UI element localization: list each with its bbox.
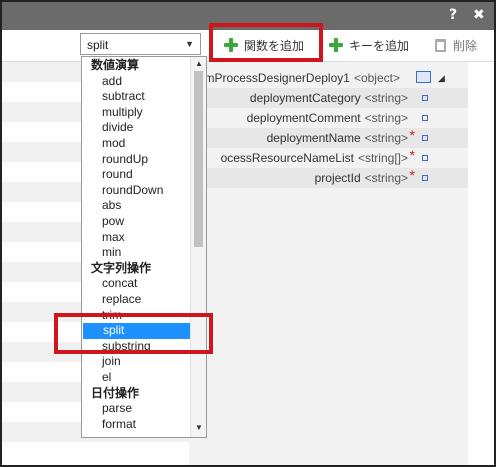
function-dropdown-list[interactable]: 数値演算 add subtract multiply divide mod roundUp r… <box>81 56 207 438</box>
dropdown-option[interactable]: min <box>82 245 190 261</box>
property-row[interactable]: _bpmProcessDesignerDeploy1 <object> ◣ <box>185 68 468 88</box>
dropdown-group-label: 文字列操作 <box>91 260 152 275</box>
dropdown-group-label: 数値演算 <box>91 58 140 72</box>
chevron-down-icon: ▼ <box>185 39 194 49</box>
dialog-titlebar: ? ✖ <box>2 2 494 30</box>
connector-icon[interactable] <box>422 155 428 161</box>
property-name: ocessResourceNameList <box>220 151 354 165</box>
required-marker: * <box>409 167 415 183</box>
scroll-up-icon[interactable]: ▲ <box>195 59 203 68</box>
required-marker: * <box>409 147 415 163</box>
delete-button[interactable]: 削除 <box>435 34 477 56</box>
property-label: deploymentName <string> <box>267 131 408 145</box>
dropdown-option[interactable]: mod <box>82 136 190 152</box>
property-row[interactable]: deploymentCategory <string> <box>189 88 468 108</box>
dropdown-option[interactable]: add <box>82 74 190 90</box>
add-key-label: キーを追加 <box>349 38 410 53</box>
function-select-value: split <box>87 38 109 52</box>
property-label: deploymentCategory <string> <box>250 91 408 105</box>
connector-icon[interactable] <box>422 175 428 181</box>
property-label: _bpmProcessDesignerDeploy1 <object> <box>185 71 400 85</box>
property-type: <string> <box>364 91 408 105</box>
property-row[interactable]: deploymentName <string> * <box>189 127 468 148</box>
scrollbar-thumb[interactable] <box>194 71 203 247</box>
property-label: ocessResourceNameList <string[]> <box>221 151 408 165</box>
function-select[interactable]: split ▼ <box>80 33 201 55</box>
property-type: <string> <box>364 131 408 145</box>
dropdown-option[interactable]: round <box>82 167 190 183</box>
right-margin <box>468 62 494 465</box>
property-name: deploymentName <box>266 131 361 145</box>
dropdown-option[interactable]: abs <box>82 198 190 214</box>
dropdown-option[interactable]: max <box>82 230 190 246</box>
dropdown-option[interactable]: subtract <box>82 89 190 105</box>
dialog-window: ? ✖ split ▼ 関数を追加 キーを追加 削除 _bpmProcessDe… <box>0 0 496 467</box>
dropdown-option[interactable]: divide <box>82 120 190 136</box>
dropdown-option[interactable]: trim <box>82 308 190 324</box>
dropdown-option[interactable]: roundDown <box>82 183 190 199</box>
dropdown-group-label: 日付操作 <box>91 385 140 400</box>
dropdown-option[interactable]: roundUp <box>82 152 190 168</box>
corner-icon[interactable]: ◣ <box>438 73 445 84</box>
connector-icon[interactable] <box>422 115 428 121</box>
property-name: deploymentComment <box>246 111 361 125</box>
dropdown-option[interactable]: concat <box>82 276 190 292</box>
object-editor-icon[interactable] <box>416 71 431 83</box>
close-icon[interactable]: ✖ <box>473 7 485 23</box>
property-row[interactable]: ocessResourceNameList <string[]> * <box>189 147 468 168</box>
property-label: projectId <string> <box>315 171 408 185</box>
connector-icon[interactable] <box>422 95 428 101</box>
property-row[interactable]: deploymentComment <string> <box>189 108 468 128</box>
property-type: <string> <box>364 111 408 125</box>
dropdown-option[interactable]: format <box>82 417 190 433</box>
toolbar: split ▼ 関数を追加 キーを追加 削除 <box>2 30 494 62</box>
add-function-label: 関数を追加 <box>244 38 305 53</box>
property-type: <string> <box>364 171 408 185</box>
trash-icon <box>435 38 446 52</box>
dropdown-option[interactable]: join <box>82 354 190 370</box>
add-key-button[interactable]: キーを追加 <box>329 34 409 56</box>
connector-icon[interactable] <box>422 135 428 141</box>
plus-icon <box>329 38 343 52</box>
property-type: <string[]> <box>357 151 408 165</box>
add-function-button[interactable]: 関数を追加 <box>224 34 304 56</box>
scroll-down-icon[interactable]: ▼ <box>195 423 203 432</box>
plus-icon <box>224 38 238 52</box>
required-marker: * <box>409 127 415 143</box>
dropdown-option[interactable]: el <box>82 370 190 386</box>
dropdown-scrollbar[interactable]: ▲ ▼ <box>190 57 206 437</box>
property-type: <object> <box>353 71 400 85</box>
property-name: projectId <box>314 171 361 185</box>
help-icon[interactable]: ? <box>449 7 457 23</box>
dropdown-option[interactable]: split <box>83 323 190 339</box>
delete-label: 削除 <box>453 38 478 53</box>
dropdown-option[interactable]: pow <box>82 214 190 230</box>
property-row[interactable]: projectId <string> * <box>189 167 468 188</box>
dropdown-option[interactable]: multiply <box>82 105 190 121</box>
property-name: _bpmProcessDesignerDeploy1 <box>184 71 350 85</box>
property-name: deploymentCategory <box>249 91 361 105</box>
dropdown-option[interactable]: parse <box>82 401 190 417</box>
dropdown-option[interactable]: replace <box>82 292 190 308</box>
dropdown-option[interactable]: substring <box>82 339 190 355</box>
property-label: deploymentComment <string> <box>247 111 408 125</box>
